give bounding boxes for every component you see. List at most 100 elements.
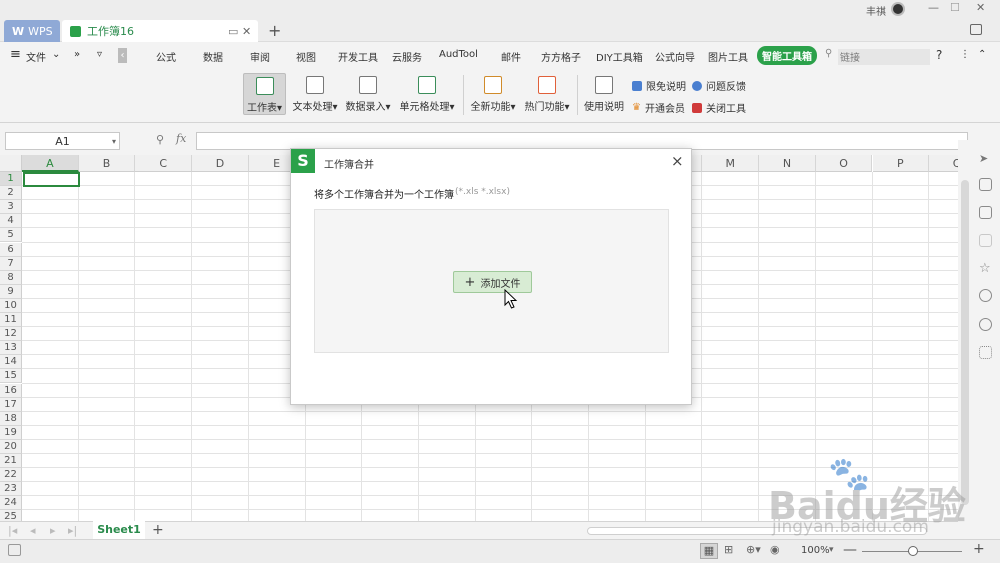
more-icon[interactable]: »	[74, 49, 80, 60]
row-header[interactable]: 5	[0, 228, 22, 243]
feedback-link[interactable]: 问题反馈	[692, 78, 746, 93]
row-header[interactable]: 23	[0, 482, 22, 497]
close-window-icon[interactable]: ✕	[976, 1, 985, 14]
zoom-slider[interactable]	[862, 546, 962, 556]
data-entry-button[interactable]: 数据录入▾	[343, 73, 393, 115]
menu-audtool[interactable]: AudTool	[439, 49, 478, 60]
row-header[interactable]: 22	[0, 468, 22, 483]
menu-data[interactable]: 数据	[203, 49, 223, 64]
new-features-button[interactable]: 全新功能▾	[468, 73, 518, 115]
column-header[interactable]: B	[78, 155, 136, 172]
zoom-formula-icon[interactable]: ⚲	[156, 133, 164, 146]
worksheet-button[interactable]: 工作表▾	[243, 73, 286, 115]
row-header[interactable]: 15	[0, 369, 22, 384]
cell-processing-button[interactable]: 单元格处理▾	[397, 73, 457, 115]
hamburger-icon[interactable]: ≡	[10, 47, 21, 62]
chevron-down-icon[interactable]: ⌄	[52, 49, 60, 60]
menu-fangfang[interactable]: 方方格子	[541, 49, 581, 64]
dialog-close-button[interactable]: ×	[671, 152, 684, 170]
instructions-button[interactable]: 使用说明	[582, 73, 626, 115]
row-header[interactable]: 4	[0, 214, 22, 229]
menu-picture-tools[interactable]: 图片工具	[708, 49, 748, 64]
page-layout-icon[interactable]: ⊞	[724, 543, 733, 556]
row-header[interactable]: 10	[0, 298, 22, 313]
column-header[interactable]: O	[815, 155, 873, 172]
free-limit-link[interactable]: 限免说明	[632, 78, 686, 93]
chevron-down-icon[interactable]: ▾	[112, 133, 116, 150]
row-header[interactable]: 18	[0, 411, 22, 426]
last-sheet-icon[interactable]: ▸|	[68, 524, 77, 537]
add-sheet-button[interactable]: +	[152, 522, 164, 538]
scroll-thumb[interactable]	[961, 180, 969, 505]
row-header[interactable]: 25	[0, 510, 22, 521]
menu-file[interactable]: 文件	[26, 49, 46, 64]
row-header[interactable]: 3	[0, 200, 22, 215]
menu-diy[interactable]: DIY工具箱	[596, 49, 643, 64]
column-header[interactable]: M	[702, 155, 760, 172]
monitor-icon[interactable]: ▭	[228, 25, 238, 38]
next-sheet-icon[interactable]: ▸	[50, 524, 56, 537]
row-header[interactable]: 9	[0, 284, 22, 299]
menu-cloud[interactable]: 云服务	[392, 49, 422, 64]
row-header[interactable]: 17	[0, 397, 22, 412]
macro-icon[interactable]	[8, 544, 21, 556]
active-cell-selection[interactable]	[23, 172, 80, 187]
column-header[interactable]: C	[135, 155, 193, 172]
eye-protection-icon[interactable]: ◉	[770, 543, 780, 556]
history-icon[interactable]	[979, 289, 992, 302]
menu-review[interactable]: 审阅	[250, 49, 270, 64]
row-header[interactable]: 19	[0, 425, 22, 440]
user-name[interactable]: 丰祺	[866, 3, 886, 18]
select-all-corner[interactable]	[0, 155, 22, 172]
row-header[interactable]: 21	[0, 454, 22, 469]
star-icon[interactable]: ☆	[979, 261, 992, 276]
zoom-slider-thumb[interactable]	[908, 546, 918, 556]
minimize-icon[interactable]: —	[928, 1, 939, 14]
help-icon[interactable]	[979, 318, 992, 331]
maximize-icon[interactable]: ☐	[950, 1, 960, 14]
zoom-in-button[interactable]: +	[973, 541, 985, 557]
column-header[interactable]: P	[872, 155, 930, 172]
menu-formula[interactable]: 公式	[156, 49, 176, 64]
page-break-icon[interactable]: ⊕▾	[746, 543, 761, 556]
row-header[interactable]: 20	[0, 439, 22, 454]
zoom-out-button[interactable]: —	[843, 542, 857, 558]
membership-link[interactable]: ♛ 开通会员	[632, 100, 685, 115]
prev-sheet-icon[interactable]: ◂	[30, 524, 36, 537]
more-options-icon[interactable]: ⋮	[960, 49, 970, 60]
new-tab-button[interactable]: +	[268, 21, 281, 40]
close-tools-link[interactable]: 关闭工具	[692, 100, 746, 115]
customize-icon[interactable]: ▿	[97, 49, 102, 60]
menu-view[interactable]: 视图	[296, 49, 316, 64]
apps-icon[interactable]	[979, 346, 992, 359]
row-header[interactable]: 16	[0, 383, 22, 398]
close-tab-icon[interactable]: ✕	[242, 25, 251, 38]
row-header[interactable]: 13	[0, 341, 22, 356]
search-input[interactable]: 链接	[838, 49, 930, 65]
menu-mail[interactable]: 邮件	[501, 49, 521, 64]
column-header[interactable]: Q	[929, 155, 958, 172]
format-icon[interactable]	[979, 206, 992, 219]
menu-developer[interactable]: 开发工具	[338, 49, 378, 64]
shape-icon[interactable]	[979, 178, 992, 191]
hot-features-button[interactable]: 热门功能▾	[522, 73, 572, 115]
row-header[interactable]: 7	[0, 256, 22, 271]
scroll-left-icon[interactable]: ‹	[118, 48, 127, 63]
tab-document[interactable]: 工作簿16 ▭ ✕	[62, 20, 258, 42]
fx-icon[interactable]: fx	[176, 132, 186, 145]
help-button[interactable]: ?	[936, 48, 942, 62]
text-processing-button[interactable]: 文本处理▾	[290, 73, 340, 115]
menu-formula-wizard[interactable]: 公式向导	[655, 49, 695, 64]
tab-wps[interactable]: W WPS	[4, 20, 60, 42]
menu-smart-toolbox[interactable]: 智能工具箱	[757, 46, 817, 65]
add-file-button[interactable]: + 添加文件	[453, 271, 532, 293]
row-header[interactable]: 1	[0, 172, 22, 187]
window-mode-icon[interactable]	[970, 24, 982, 35]
row-header[interactable]: 14	[0, 355, 22, 370]
avatar[interactable]	[891, 2, 905, 16]
first-sheet-icon[interactable]: |◂	[8, 524, 17, 537]
row-header[interactable]: 2	[0, 186, 22, 201]
normal-view-icon[interactable]: ▦	[700, 543, 718, 559]
row-header[interactable]: 12	[0, 327, 22, 342]
zoom-level[interactable]: 100%	[801, 545, 830, 556]
